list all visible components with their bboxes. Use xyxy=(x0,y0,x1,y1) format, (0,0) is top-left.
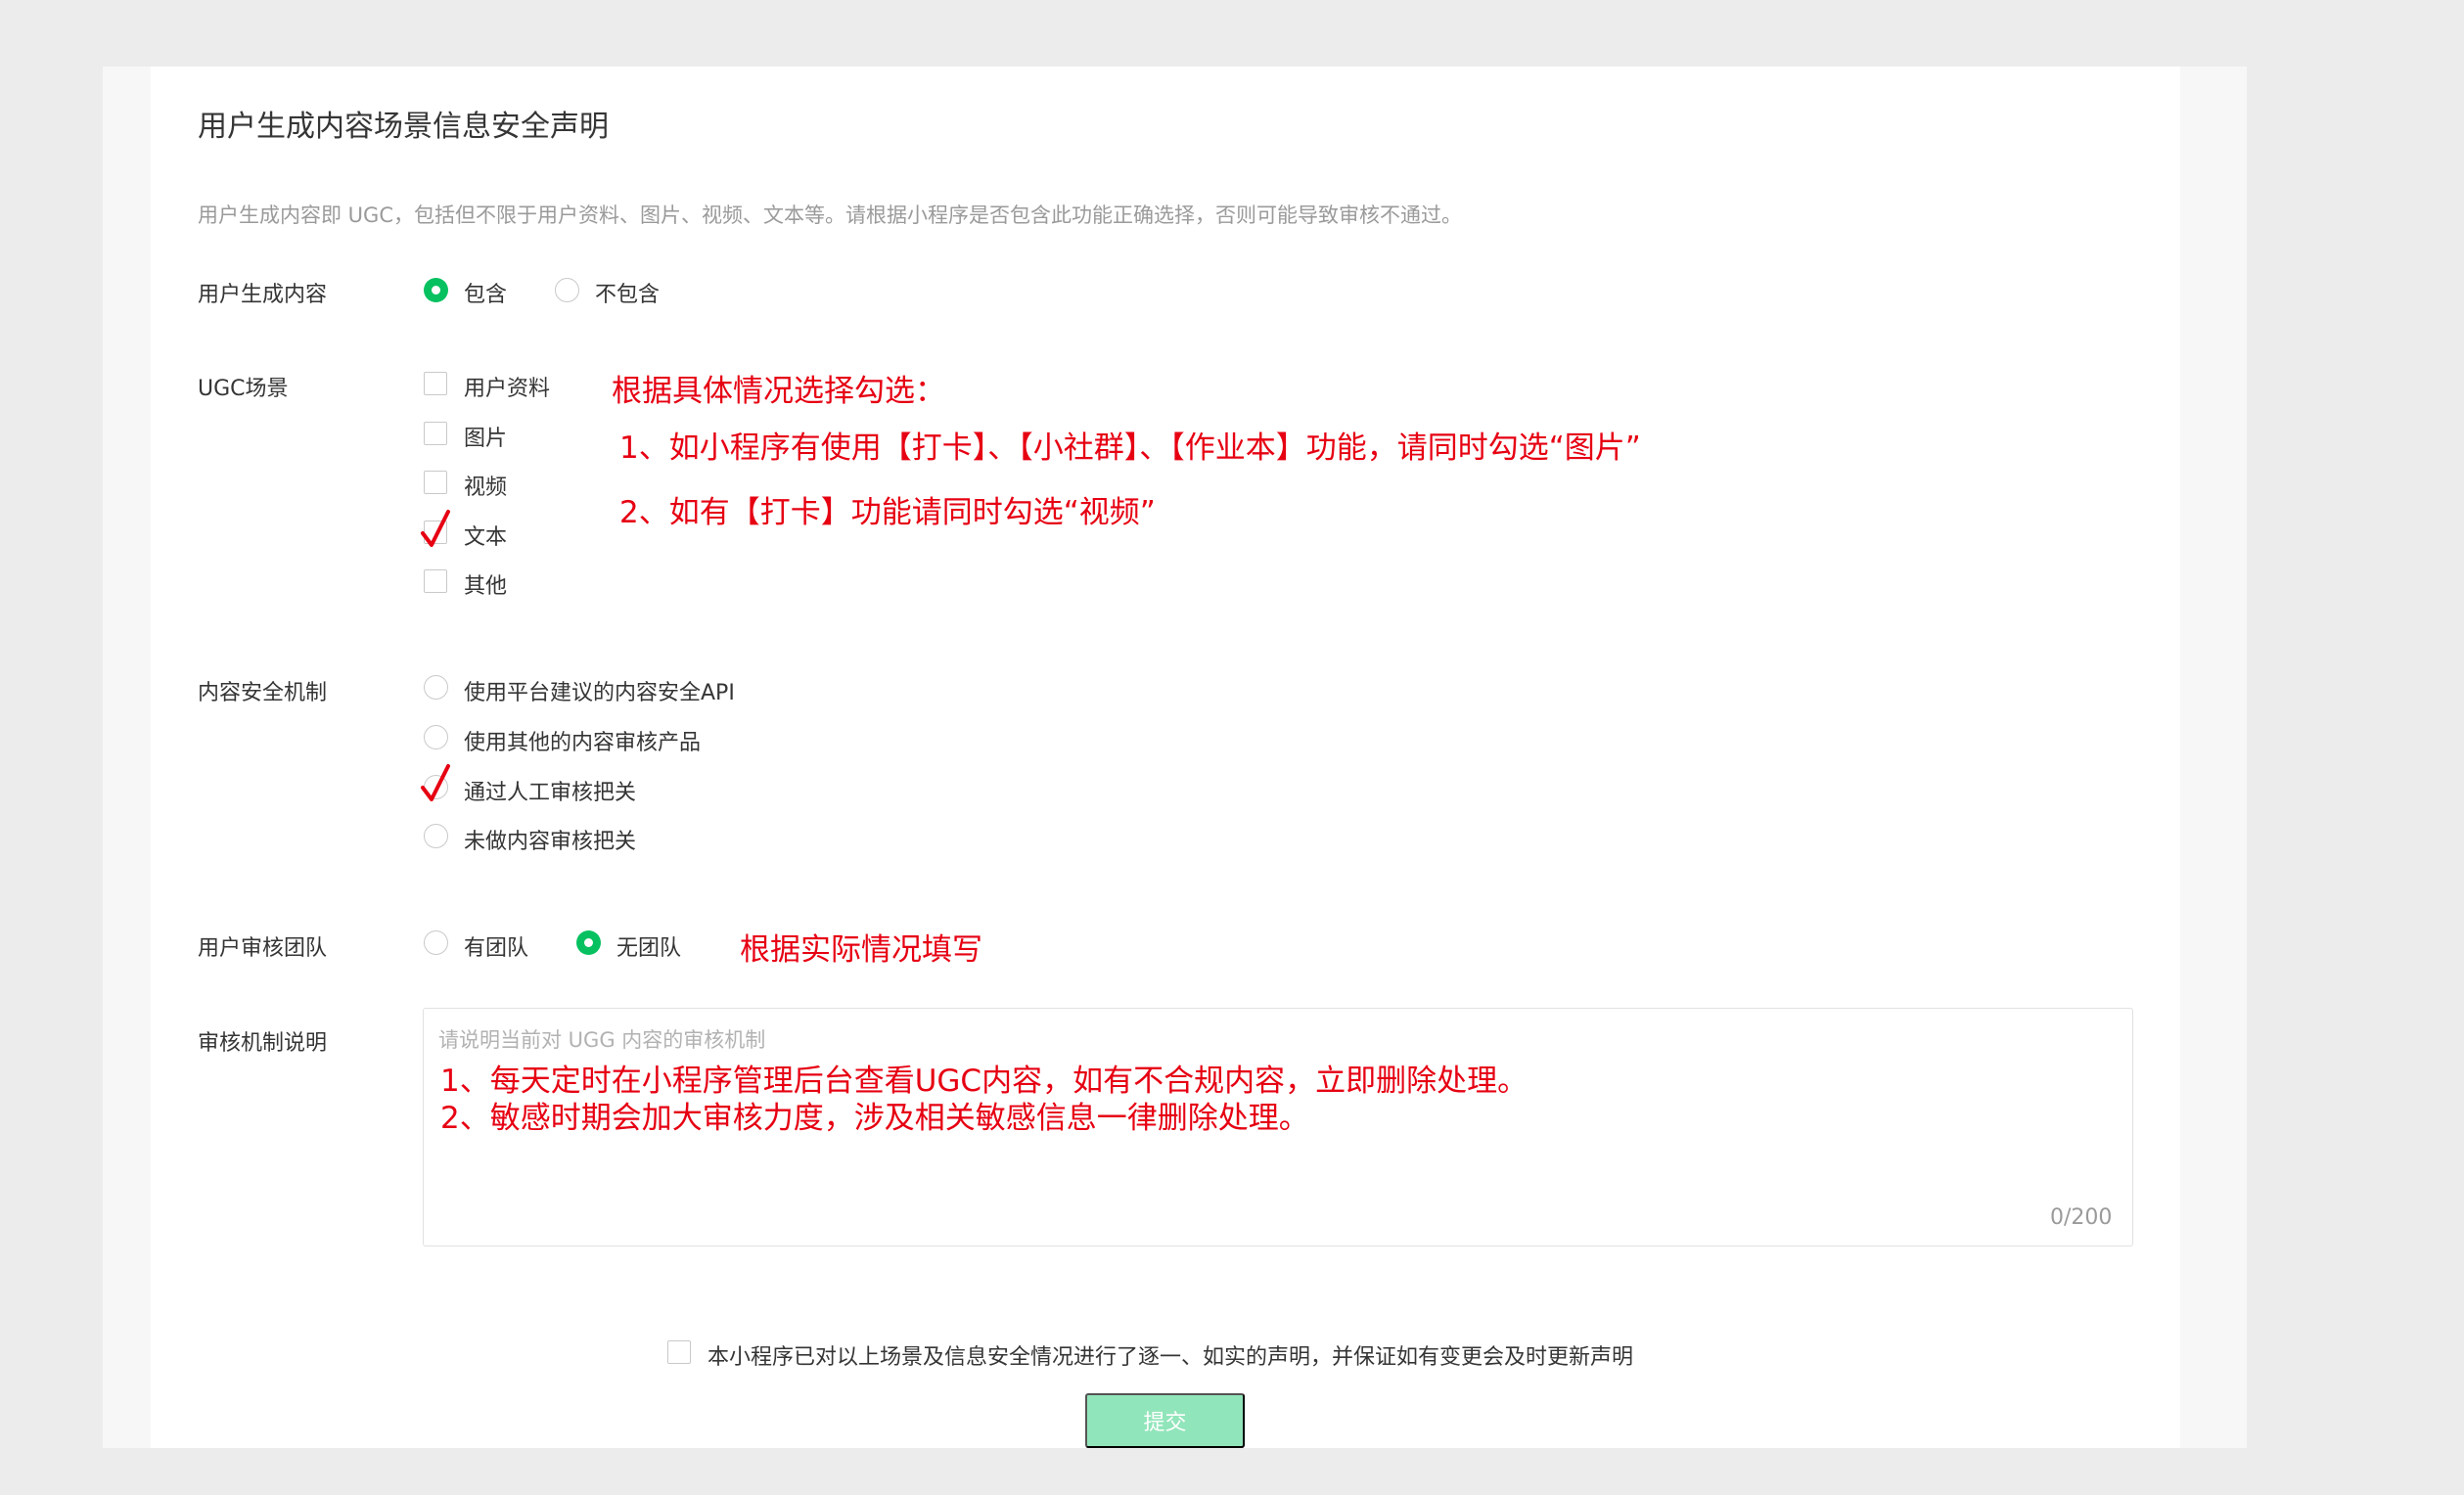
radio-button[interactable] xyxy=(424,675,448,700)
option-label: 有团队 xyxy=(464,936,529,961)
radio-button[interactable] xyxy=(424,725,448,749)
scene-annotation-heading: 根据具体情况选择勾选： xyxy=(612,374,945,409)
option-label: 通过人工审核把关 xyxy=(464,781,637,805)
checkbox[interactable] xyxy=(424,372,447,395)
radio-button[interactable] xyxy=(424,824,448,848)
option-label: 不包含 xyxy=(595,283,661,307)
option-label: 用户资料 xyxy=(464,377,551,401)
checkmark-icon xyxy=(421,510,450,547)
radio-button[interactable] xyxy=(555,278,579,302)
radio-button[interactable] xyxy=(424,278,448,302)
option-label: 包含 xyxy=(464,283,508,307)
checkmark-icon xyxy=(421,764,450,801)
option-label: 文本 xyxy=(464,525,508,550)
option-label: 视频 xyxy=(464,476,508,500)
ugc-scene-label: UGC场景 xyxy=(198,377,289,401)
textarea-content-line2: 2、敏感时期会加大审核力度，涉及相关敏感信息一律删除处理。 xyxy=(440,1101,1309,1136)
review-team-annotation: 根据实际情况填写 xyxy=(740,932,982,968)
review-team-label: 用户审核团队 xyxy=(198,936,328,961)
radio-button[interactable] xyxy=(424,930,448,955)
option-label: 其他 xyxy=(464,574,508,599)
textarea-placeholder: 请说明当前对 UGG 内容的审核机制 xyxy=(438,1028,766,1052)
ugc-content-label: 用户生成内容 xyxy=(198,283,328,307)
safety-mechanism-label: 内容安全机制 xyxy=(198,681,328,705)
character-counter: 0/200 xyxy=(2050,1205,2113,1230)
declaration-checkbox[interactable] xyxy=(667,1340,691,1364)
scene-annotation-line2: 2、如有【打卡】功能请同时勾选“视频” xyxy=(619,495,1156,530)
checkbox[interactable] xyxy=(424,569,447,593)
option-label: 使用平台建议的内容安全API xyxy=(464,681,735,705)
page-description: 用户生成内容即 UGC，包括但不限于用户资料、图片、视频、文本等。请根据小程序是… xyxy=(198,204,1462,227)
page-title: 用户生成内容场景信息安全声明 xyxy=(198,110,609,144)
checkbox[interactable] xyxy=(424,422,447,445)
option-label: 使用其他的内容审核产品 xyxy=(464,731,702,755)
submit-button[interactable]: 提交 xyxy=(1085,1393,1245,1448)
declaration-text: 本小程序已对以上场景及信息安全情况进行了逐一、如实的声明，并保证如有变更会及时更… xyxy=(707,1345,1634,1370)
option-label: 无团队 xyxy=(616,936,682,961)
review-description-label: 审核机制说明 xyxy=(198,1031,328,1056)
radio-button[interactable] xyxy=(576,930,601,955)
scene-annotation-line1: 1、如小程序有使用【打卡】、【小社群】、【作业本】功能，请同时勾选“图片” xyxy=(619,430,1641,466)
option-label: 图片 xyxy=(464,427,508,451)
option-label: 未做内容审核把关 xyxy=(464,830,637,854)
checkbox[interactable] xyxy=(424,471,447,494)
